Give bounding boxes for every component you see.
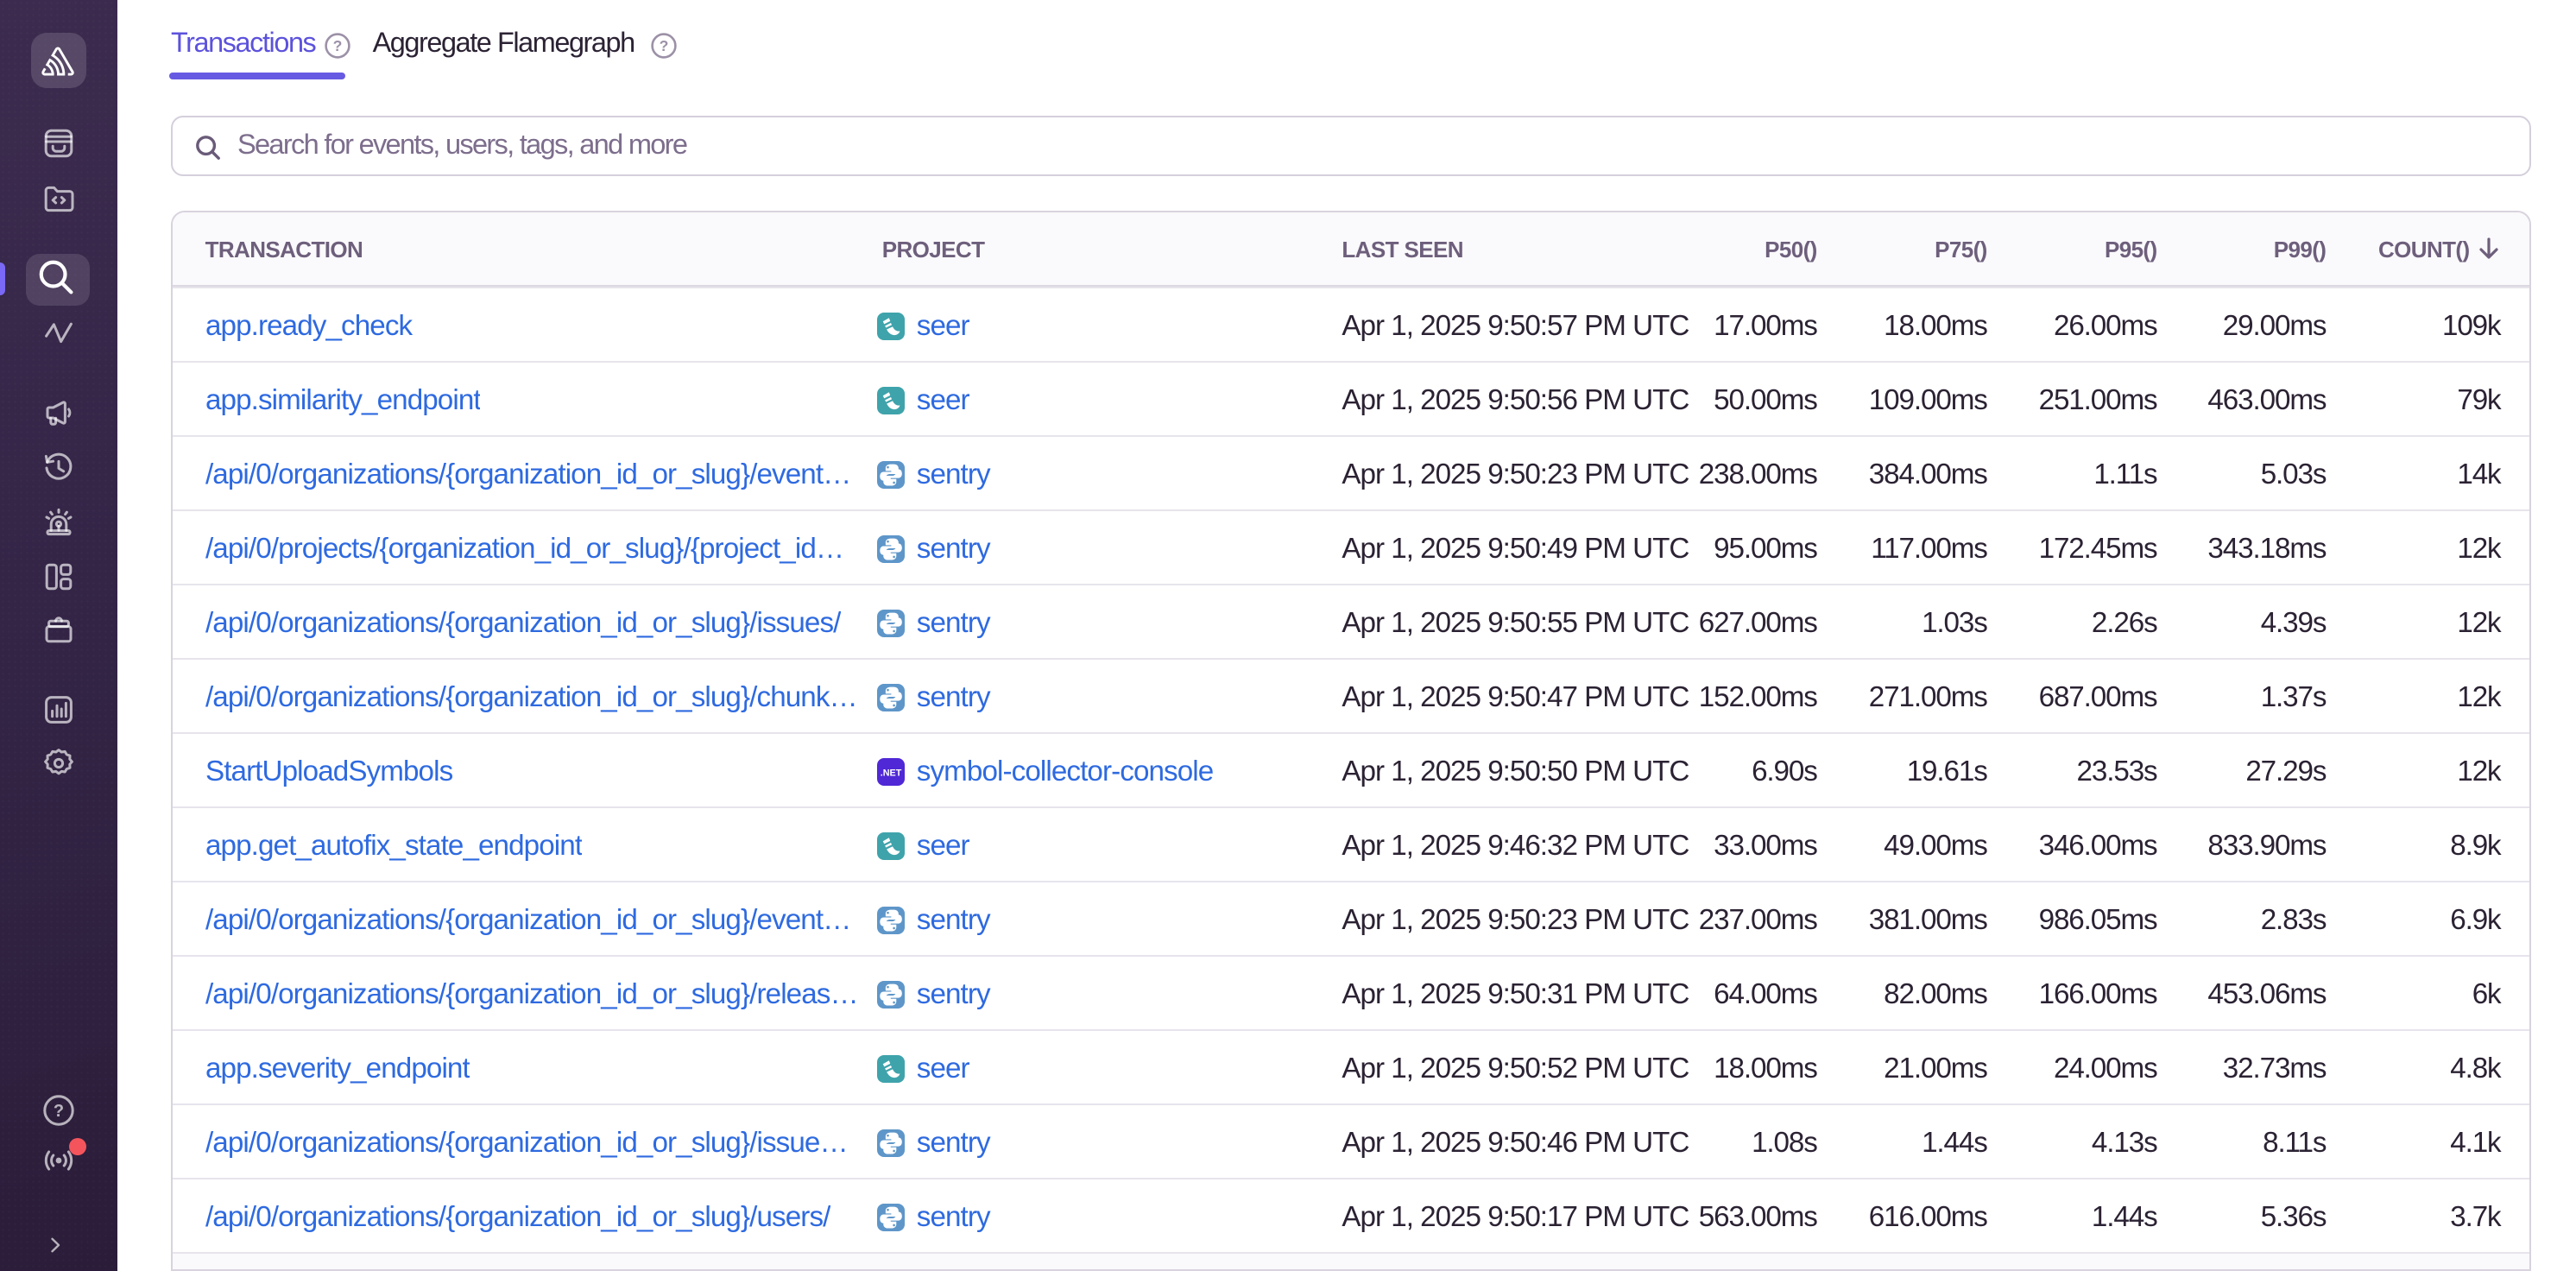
svg-text:?: ?	[53, 1101, 63, 1120]
svg-text:?: ?	[333, 36, 343, 54]
svg-text:?: ?	[660, 36, 669, 54]
svg-text:.NET: .NET	[881, 768, 902, 778]
